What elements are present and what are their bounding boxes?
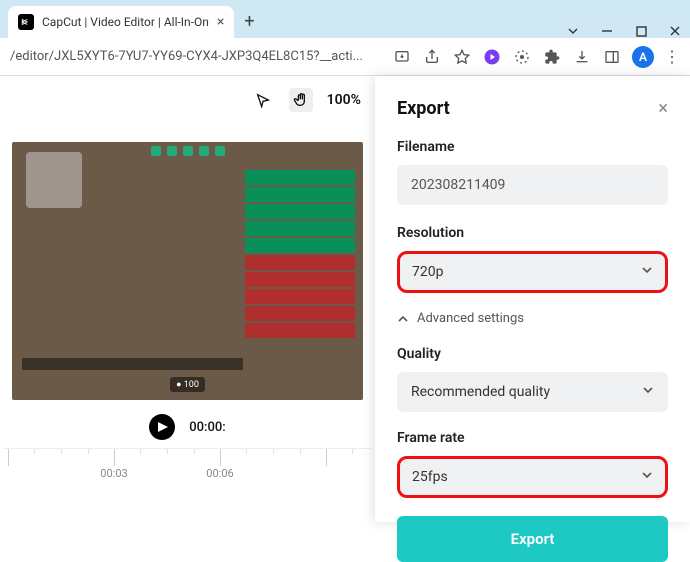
play-button[interactable] xyxy=(149,414,175,440)
sidepanel-icon[interactable] xyxy=(602,47,622,67)
profile-avatar[interactable]: A xyxy=(632,46,654,68)
export-button[interactable]: Export xyxy=(397,516,668,562)
preview-toolbar: 100% xyxy=(0,76,375,124)
hud-top-icons xyxy=(151,146,225,156)
export-title: Export xyxy=(397,98,450,119)
tab-close-icon[interactable]: × xyxy=(217,14,224,30)
play-controls: 00:00: xyxy=(0,400,375,448)
close-icon[interactable]: × xyxy=(658,98,668,119)
browser-tab[interactable]: CapCut | Video Editor | All-In-On × xyxy=(8,6,234,38)
window-close-icon[interactable] xyxy=(668,24,682,38)
scoreboard xyxy=(245,170,355,340)
framerate-value: 25fps xyxy=(412,469,448,485)
framerate-label: Frame rate xyxy=(397,430,668,446)
capcut-favicon xyxy=(18,14,34,30)
resolution-select[interactable]: 720p xyxy=(397,251,668,293)
quality-label: Quality xyxy=(397,346,668,362)
timeline-ruler[interactable]: 00:03 00:06 xyxy=(4,448,371,484)
filename-input[interactable] xyxy=(397,165,668,205)
extension-icon-1[interactable] xyxy=(512,47,532,67)
resolution-label: Resolution xyxy=(397,225,668,241)
advanced-settings-label: Advanced settings xyxy=(417,311,524,326)
chevron-up-icon xyxy=(397,313,409,325)
bottom-hud: ● 100 xyxy=(12,377,363,392)
url-text[interactable]: /editor/JXL5XYT6-7YU7-YY69-CYX4-JXP3Q4EL… xyxy=(10,49,382,64)
editor-area: 100% ● 100 00:00: 00:03 00:06 xyxy=(0,76,375,522)
browser-tab-strip: CapCut | Video Editor | All-In-On × + xyxy=(0,0,690,38)
install-app-icon[interactable] xyxy=(392,47,412,67)
framerate-select[interactable]: 25fps xyxy=(397,456,668,498)
minimap xyxy=(26,152,82,208)
advanced-settings-toggle[interactable]: Advanced settings xyxy=(397,311,668,326)
zoom-level[interactable]: 100% xyxy=(327,92,361,108)
tick-label: 00:03 xyxy=(100,467,127,480)
resolution-value: 720p xyxy=(412,264,443,280)
chevron-down-icon xyxy=(642,384,654,400)
window-minimize-icon[interactable] xyxy=(600,24,614,38)
download-icon[interactable] xyxy=(572,47,592,67)
browser-menu-icon[interactable]: ⋮ xyxy=(664,47,680,66)
time-display: 00:00: xyxy=(189,420,225,435)
browser-address-bar: /editor/JXL5XYT6-7YU7-YY69-CYX4-JXP3Q4EL… xyxy=(0,38,690,76)
quality-value: Recommended quality xyxy=(411,384,550,400)
hand-tool-icon[interactable] xyxy=(289,88,313,112)
window-maximize-icon[interactable] xyxy=(634,24,648,38)
hud-ammo-count: ● 100 xyxy=(170,377,205,392)
export-panel: Export × Filename Resolution 720p Advanc… xyxy=(375,76,690,522)
chevron-down-icon xyxy=(641,264,653,280)
pointer-tool-icon[interactable] xyxy=(251,88,275,112)
new-tab-button[interactable]: + xyxy=(244,11,254,38)
filename-label: Filename xyxy=(397,139,668,155)
share-icon[interactable] xyxy=(422,47,442,67)
subtitle-strip xyxy=(22,358,243,370)
tick-label: 00:06 xyxy=(206,467,233,480)
chevron-down-icon xyxy=(641,469,653,485)
quality-select[interactable]: Recommended quality xyxy=(397,372,668,412)
bookmark-star-icon[interactable] xyxy=(452,47,472,67)
puzzle-icon[interactable] xyxy=(542,47,562,67)
chevron-down-icon[interactable] xyxy=(566,24,580,38)
play-circle-icon[interactable] xyxy=(482,47,502,67)
tab-title: CapCut | Video Editor | All-In-On xyxy=(42,15,209,29)
video-preview[interactable]: ● 100 xyxy=(12,142,363,400)
